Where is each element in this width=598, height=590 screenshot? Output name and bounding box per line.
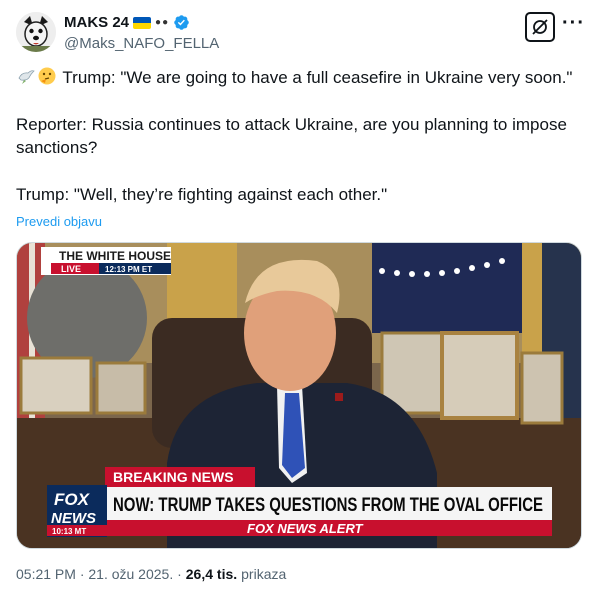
tweet-footer: 05:21 PM · 21. ožu 2025. · 26,4 tis. pri…	[16, 566, 286, 582]
avatar[interactable]	[16, 12, 56, 52]
fox-logo-news: NEWS	[51, 510, 96, 527]
tweet-header: MAKS 24 ●● @Maks_NAFO_FELLA ···	[16, 12, 585, 56]
bug-live: LIVE	[61, 264, 81, 274]
bug-location: THE WHITE HOUSE	[59, 249, 171, 263]
video-frame: THE WHITE HOUSE LIVE 12:13 PM ET BREAKIN…	[17, 243, 581, 548]
headline: NOW: TRUMP TAKES QUESTIONS FROM THE OVAL…	[113, 495, 543, 516]
dove-icon	[18, 70, 35, 84]
grok-icon	[532, 19, 548, 35]
tweet-line-3: Trump: "Well, they’re fighting against e…	[16, 185, 388, 204]
more-button[interactable]: ···	[562, 12, 585, 40]
dog-avatar-icon	[16, 12, 56, 52]
thinking-face-icon	[38, 67, 56, 85]
views-count: 26,4 tis.	[185, 566, 238, 582]
grok-button[interactable]	[525, 12, 555, 42]
author-display-name[interactable]: MAKS 24	[64, 14, 129, 31]
eyes-icon: ●●	[155, 17, 170, 28]
fox-logo-fox: FOX	[54, 490, 91, 509]
tweet-timestamp[interactable]: 05:21 PM · 21. ožu 2025. ·	[16, 566, 182, 582]
verified-icon[interactable]	[173, 14, 190, 31]
tweet-text: Trump: "We are going to have a full ceas…	[16, 66, 586, 206]
bug-time: 12:13 PM ET	[105, 265, 152, 274]
fox-logo-time: 10:13 MT	[52, 527, 86, 536]
fox-news-alert: FOX NEWS ALERT	[247, 521, 364, 536]
views-label: prikaza	[241, 566, 287, 582]
author-name-row[interactable]: MAKS 24 ●●	[64, 14, 190, 31]
breaking-news-label: BREAKING NEWS	[113, 469, 234, 485]
translate-post-link[interactable]: Prevedi objavu	[16, 214, 102, 229]
author-handle[interactable]: @Maks_NAFO_FELLA	[64, 35, 219, 52]
tweet-video[interactable]: THE WHITE HOUSE LIVE 12:13 PM ET BREAKIN…	[16, 242, 582, 549]
more-icon: ···	[562, 12, 585, 34]
tweet-line-1-text: Trump: "We are going to have a full ceas…	[62, 68, 573, 87]
tweet-line-2: Reporter: Russia continues to attack Ukr…	[16, 115, 567, 157]
ukraine-flag-icon	[133, 16, 152, 29]
tweet-line-1: Trump: "We are going to have a full ceas…	[16, 66, 586, 89]
